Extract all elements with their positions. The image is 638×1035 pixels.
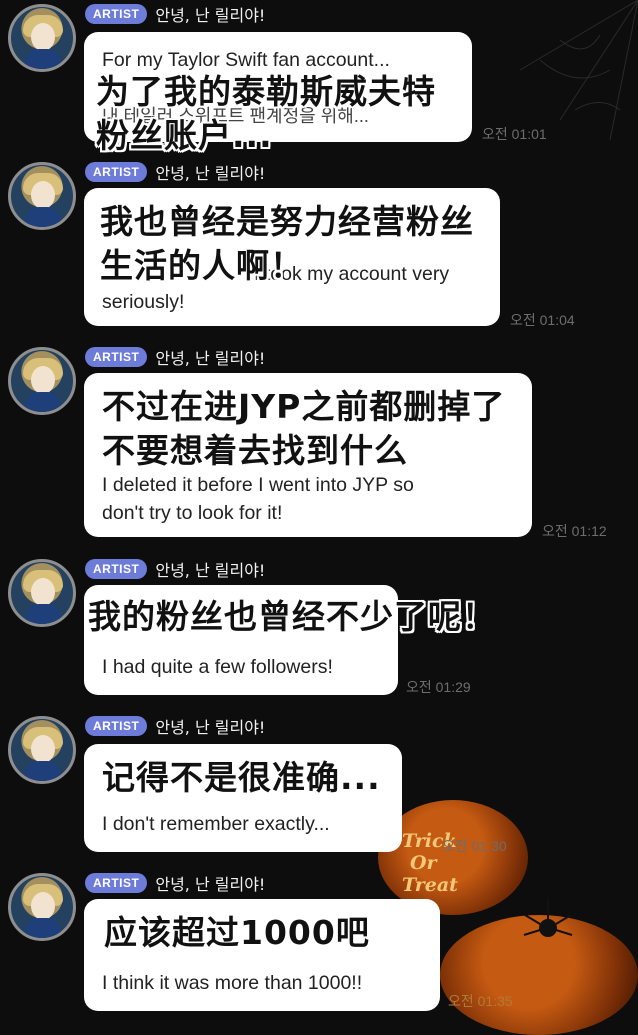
chat-message: ARTIST 안녕, 난 릴리야! I think it was more th… xyxy=(0,869,638,1023)
sender-name: 안녕, 난 릴리야! xyxy=(155,6,266,25)
message-time: 오전 01:01 xyxy=(482,126,547,142)
subtitle-zh: 我也曾经是努力经营粉丝 xyxy=(100,202,474,241)
sender-name: 안녕, 난 릴리야! xyxy=(155,349,266,368)
chat-message: ARTIST 안녕, 난 릴리야! I don't remember exact… xyxy=(0,712,638,862)
chat-message: ARTIST 안녕, 난 릴리야! I had quite a few foll… xyxy=(0,555,638,700)
subtitle-zh: 为了我的泰勒斯威夫特 xyxy=(96,72,436,111)
message-header: ARTIST 안녕, 난 릴리야! xyxy=(85,2,265,26)
message-text-en: For my Taylor Swift fan account... xyxy=(102,49,390,71)
subtitle-zh: 我的粉丝也曾经不少了呢！ xyxy=(88,597,496,636)
subtitle-zh: 生活的人啊！ xyxy=(100,246,304,285)
avatar[interactable] xyxy=(8,873,76,941)
message-header: ARTIST 안녕, 난 릴리야! xyxy=(85,714,265,738)
message-text-en: seriously! xyxy=(102,291,185,313)
message-text-en: I deleted it before I went into JYP so xyxy=(102,474,414,496)
message-text-en: I think it was more than 1000!! xyxy=(102,972,363,994)
avatar[interactable] xyxy=(8,559,76,627)
message-time: 오전 01:04 xyxy=(510,312,575,328)
sender-name: 안녕, 난 릴리야! xyxy=(155,561,266,580)
subtitle-zh: 粉丝账户... xyxy=(96,116,273,155)
sender-name: 안녕, 난 릴리야! xyxy=(155,164,266,183)
message-time: 오전 01:29 xyxy=(406,679,471,695)
sender-name: 안녕, 난 릴리야! xyxy=(155,875,266,894)
artist-badge: ARTIST xyxy=(85,559,148,579)
chat-message: ARTIST 안녕, 난 릴리야! I deleted it before I … xyxy=(0,343,638,543)
subtitle-zh: 应该超过1000吧 xyxy=(104,913,370,952)
message-header: ARTIST 안녕, 난 릴리야! xyxy=(85,160,265,184)
message-header: ARTIST 안녕, 난 릴리야! xyxy=(85,345,265,369)
avatar[interactable] xyxy=(8,347,76,415)
message-header: ARTIST 안녕, 난 릴리야! xyxy=(85,871,265,895)
chat-message: ARTIST 안녕, 난 릴리야! For my Taylor Swift fa… xyxy=(0,0,638,155)
message-time: 오전 01:35 xyxy=(448,993,513,1009)
artist-badge: ARTIST xyxy=(85,716,148,736)
message-text-en: I had quite a few followers! xyxy=(102,656,333,678)
avatar[interactable] xyxy=(8,716,76,784)
subtitle-zh: 不要想着去找到什么 xyxy=(102,431,408,470)
artist-badge: ARTIST xyxy=(85,162,148,182)
chat-screen: { "messages": [ {"badge":"ARTIST","sende… xyxy=(0,0,638,1035)
subtitle-zh: 不过在进JYP之前都删掉了 xyxy=(102,387,506,426)
avatar[interactable] xyxy=(8,162,76,230)
avatar[interactable] xyxy=(8,4,76,72)
message-time: 오전 01:12 xyxy=(542,523,607,539)
chat-message: ARTIST 안녕, 난 릴리야! I took my account very… xyxy=(0,158,638,338)
message-text-en: don't try to look for it! xyxy=(102,502,283,524)
message-header: ARTIST 안녕, 난 릴리야! xyxy=(85,557,265,581)
sender-name: 안녕, 난 릴리야! xyxy=(155,718,266,737)
subtitle-zh: 记得不是很准确... xyxy=(102,758,381,797)
message-time: 오전 01:30 xyxy=(442,838,507,854)
artist-badge: ARTIST xyxy=(85,347,148,367)
message-text-en: I don't remember exactly... xyxy=(102,813,330,835)
artist-badge: ARTIST xyxy=(85,873,148,893)
artist-badge: ARTIST xyxy=(85,4,148,24)
